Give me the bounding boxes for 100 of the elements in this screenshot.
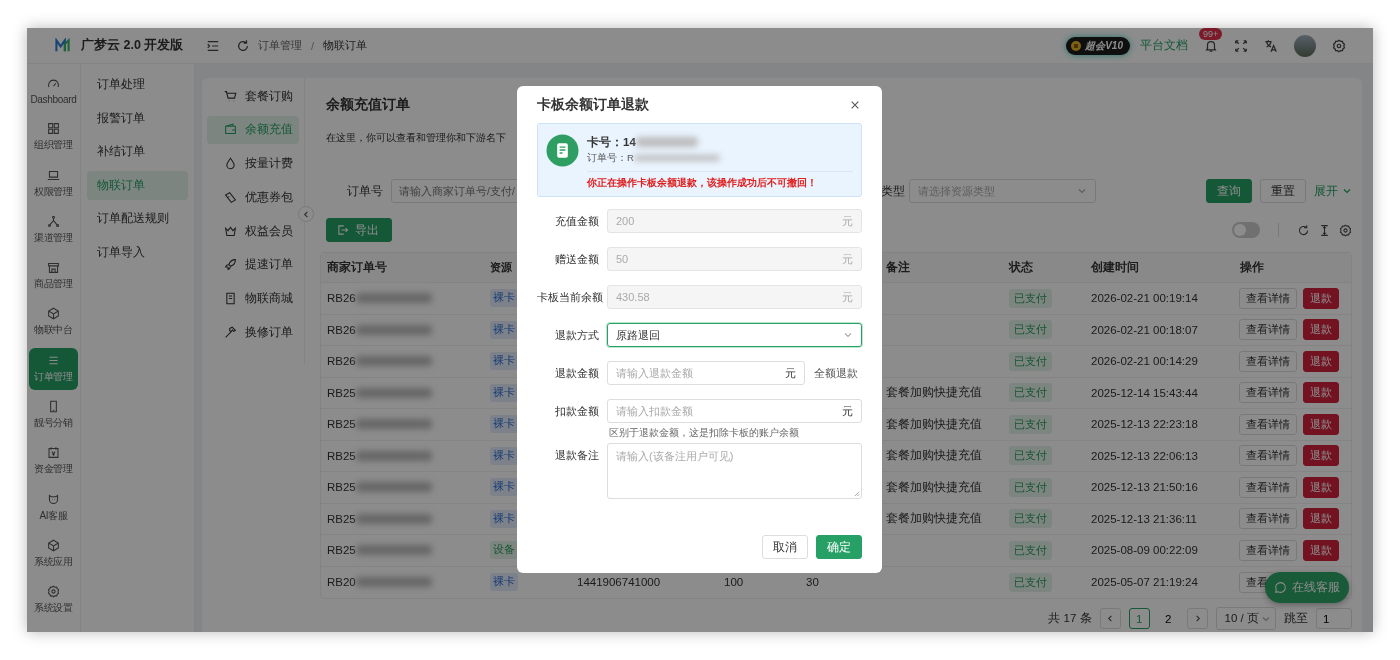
- settings-icon[interactable]: [1332, 38, 1346, 53]
- details-button[interactable]: 查看详情: [1239, 539, 1297, 561]
- full-refund-link[interactable]: 全额退款: [814, 365, 858, 381]
- breadcrumb-link[interactable]: 订单管理: [258, 38, 302, 53]
- refund-button[interactable]: 退款: [1303, 287, 1339, 309]
- refund-button[interactable]: 退款: [1303, 508, 1339, 530]
- resource-tag: 裸卡: [490, 478, 518, 497]
- order-number-cell: RB25: [327, 418, 356, 431]
- refund-method-select[interactable]: 原路退回: [607, 323, 862, 347]
- export-button[interactable]: 导出: [326, 218, 392, 242]
- breadcrumb-link[interactable]: 物联订单: [323, 38, 368, 53]
- rail-menu-item[interactable]: 权限管理: [29, 162, 78, 205]
- refund-button[interactable]: 退款: [1303, 319, 1339, 341]
- amount-input-field[interactable]: 请输入扣款金额 元: [607, 399, 862, 423]
- table-cell: 2025-12-13 21:36:11: [1091, 512, 1197, 525]
- rail-menu-item[interactable]: 商品管理: [29, 255, 78, 298]
- dialog-title: 卡板余额订单退款: [537, 95, 649, 114]
- toggle-switch[interactable]: [1232, 222, 1260, 238]
- refund-button[interactable]: 退款: [1303, 476, 1339, 498]
- export-icon: [337, 224, 349, 236]
- table-cell: 2025-08-09 00:22:09: [1091, 544, 1198, 557]
- logo-icon: [55, 38, 70, 53]
- details-button[interactable]: 查看详情: [1239, 413, 1297, 435]
- refund-button[interactable]: 退款: [1303, 539, 1339, 561]
- rail-menu-item[interactable]: 物联中台: [29, 301, 78, 344]
- submenu-item[interactable]: 订单处理: [87, 70, 188, 99]
- warning-text: 你正在操作卡板余额退款，该操作成功后不可撤回！: [587, 171, 853, 190]
- refund-button[interactable]: 退款: [1303, 350, 1339, 372]
- column-header: 状态: [1009, 260, 1033, 275]
- order-number-cell: RB20: [327, 576, 356, 589]
- details-button[interactable]: 查看详情: [1239, 319, 1297, 341]
- expand-link[interactable]: 展开: [1314, 183, 1352, 199]
- form-label: 退款方式: [554, 328, 599, 343]
- rail-menu-item[interactable]: 系统设置: [29, 579, 78, 622]
- table-cell: 2026-02-21 00:14:29: [1091, 355, 1198, 368]
- submenu-item[interactable]: 订单导入: [87, 237, 188, 267]
- confirm-button[interactable]: 确定: [816, 535, 862, 559]
- refresh-icon[interactable]: [1297, 223, 1310, 237]
- details-button[interactable]: 查看详情: [1239, 508, 1297, 530]
- drop-icon: [224, 157, 237, 171]
- resize-handle-icon[interactable]: [853, 490, 860, 497]
- tab-menu-item[interactable]: 按量计费: [207, 149, 299, 178]
- menu-fold-icon[interactable]: [206, 38, 220, 53]
- table-cell: 2025-12-13 22:23:18: [1091, 418, 1198, 431]
- tab-menu-item[interactable]: 优惠券包: [207, 183, 299, 212]
- resource-tag: 裸卡: [490, 415, 518, 434]
- tab-menu-item[interactable]: 权益会员: [207, 217, 299, 246]
- details-button[interactable]: 查看详情: [1239, 476, 1297, 498]
- order-number-cell: RB26: [327, 292, 356, 305]
- table-cell: 1441906741000: [577, 576, 661, 589]
- details-button[interactable]: 查看详情: [1239, 350, 1297, 372]
- resource-tag: 裸卡: [490, 289, 518, 308]
- row-height-icon[interactable]: [1318, 223, 1331, 237]
- fullscreen-icon[interactable]: [1234, 38, 1248, 53]
- rail-menu-item[interactable]: Dashboard: [29, 70, 78, 112]
- vip-badge[interactable]: 超会V10: [1066, 36, 1130, 55]
- submenu-item[interactable]: 订单配送规则: [87, 204, 188, 234]
- tab-menu-item[interactable]: 物联商城: [207, 284, 299, 313]
- refund-button[interactable]: 退款: [1303, 413, 1339, 435]
- field-hint: 区别于退款金额，这是扣除卡板的账户余额: [609, 426, 800, 440]
- tab-menu-item[interactable]: 提速订单: [207, 251, 299, 279]
- rail-menu-item[interactable]: 资金管理: [29, 440, 78, 483]
- rail-menu-item[interactable]: 渠道管理: [29, 208, 78, 251]
- form-label: 赠送金额: [554, 252, 599, 267]
- table-cell: 2025-12-14 15:43:44: [1091, 386, 1198, 399]
- amount-input-field[interactable]: 请输入退款金额 元: [607, 361, 805, 385]
- filter-label: 订单号: [346, 183, 383, 199]
- query-button[interactable]: 查询: [1206, 179, 1252, 203]
- refresh-icon[interactable]: [236, 38, 250, 53]
- page-size-select[interactable]: 10 / 页: [1215, 607, 1276, 630]
- details-button[interactable]: 查看详情: [1239, 382, 1297, 404]
- bell-icon[interactable]: [1204, 38, 1218, 53]
- rail-menu-item[interactable]: 组织管理: [29, 116, 78, 159]
- calendar-icon: [47, 446, 60, 460]
- settings-icon[interactable]: [1339, 223, 1352, 237]
- refund-button[interactable]: 退款: [1303, 445, 1339, 467]
- resource-tag: 裸卡: [490, 509, 518, 528]
- order-number-cell: RB26: [327, 323, 356, 336]
- table-cell: 2025-05-07 21:19:24: [1091, 576, 1198, 589]
- rail-menu-item[interactable]: AI客服: [29, 486, 78, 529]
- collapse-button[interactable]: [298, 206, 314, 222]
- close-icon[interactable]: [850, 99, 860, 110]
- laptop-icon: [47, 168, 60, 182]
- chevron-down-icon: [843, 330, 853, 340]
- jump-page-field[interactable]: 1: [1316, 608, 1352, 629]
- details-button[interactable]: 查看详情: [1239, 287, 1297, 309]
- translate-icon[interactable]: [1264, 38, 1278, 53]
- rail-menu-item[interactable]: 订单管理: [29, 347, 78, 390]
- reset-button[interactable]: 重置: [1260, 179, 1306, 203]
- submenu-item[interactable]: 报警订单: [87, 103, 188, 133]
- status-tag: 已支付: [1009, 477, 1052, 497]
- submenu-item[interactable]: 补结订单: [87, 137, 188, 167]
- rail-menu-item[interactable]: 系统应用: [29, 532, 78, 575]
- tab-menu-item[interactable]: 换修订单: [207, 318, 299, 347]
- avatar-placeholder[interactable]: [1294, 34, 1316, 57]
- details-button[interactable]: 查看详情: [1239, 445, 1297, 467]
- refund-button[interactable]: 退款: [1303, 382, 1339, 404]
- cancel-button[interactable]: 取消: [762, 535, 808, 559]
- rail-menu-item[interactable]: 靓号分销: [29, 394, 78, 437]
- tab-menu-item[interactable]: 套餐订购: [207, 82, 299, 110]
